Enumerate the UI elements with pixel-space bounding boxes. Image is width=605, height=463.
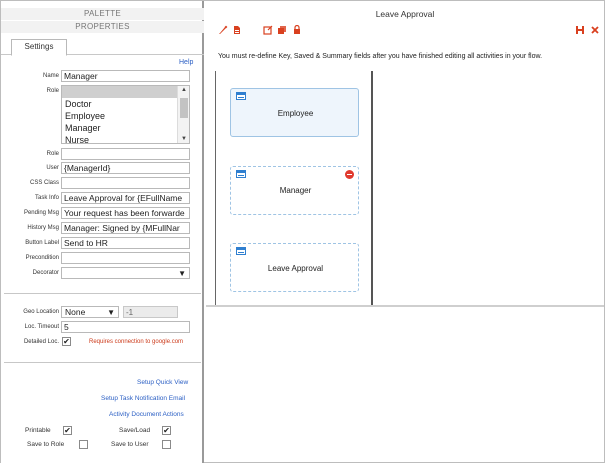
user-label: User (46, 165, 59, 171)
redefine-notice: You must re-define Key, Saved & Summary … (218, 53, 543, 60)
button-label-field[interactable]: Send to HR (61, 237, 190, 249)
setup-quick-view-link[interactable]: Setup Quick View (137, 379, 188, 386)
user-field[interactable]: {ManagerId} (61, 162, 190, 174)
geo-location-label: Geo Location (23, 309, 59, 315)
loc-timeout-label: Loc. Timeout (24, 324, 59, 330)
lock-icon[interactable] (292, 25, 302, 35)
loc-timeout-field[interactable]: 5 (61, 321, 190, 333)
flow-node-leave-approval[interactable]: Leave Approval (230, 243, 359, 292)
palette-header[interactable]: PALETTE (1, 8, 204, 20)
close-icon[interactable] (590, 25, 600, 35)
pencil-icon[interactable] (218, 25, 228, 35)
decorator-label: Decorator (32, 270, 59, 276)
save-icon[interactable] (575, 25, 585, 35)
chevron-down-icon[interactable]: ▼ (107, 307, 115, 318)
scroll-down-icon[interactable]: ▼ (181, 136, 187, 142)
scroll-up-icon[interactable]: ▲ (181, 87, 187, 93)
section-divider (4, 293, 201, 294)
section-divider (4, 362, 201, 363)
task-info-field[interactable]: Leave Approval for {EFullName (61, 192, 190, 204)
history-msg-label: History Msg (27, 225, 59, 231)
role-option[interactable]: Manager (62, 122, 189, 134)
role-listbox[interactable]: Doctor Employee Manager Nurse ▲ ▼ (61, 85, 190, 144)
document-actions-link[interactable]: Activity Document Actions (109, 411, 184, 418)
document-icon[interactable] (232, 25, 242, 35)
external-edit-icon[interactable] (263, 25, 273, 35)
name-field[interactable]: Manager (61, 70, 190, 82)
save-to-user-label: Save to User (111, 441, 149, 448)
copy-icon[interactable] (277, 25, 287, 35)
pending-msg-label: Pending Msg (23, 210, 59, 216)
role-option[interactable]: Employee (62, 110, 189, 122)
remove-icon[interactable] (345, 170, 354, 179)
saveload-label: Save/Load (119, 427, 151, 434)
canvas-lane-divider (371, 71, 373, 305)
decorator-select[interactable]: ▼ (61, 267, 190, 279)
css-class-label: CSS Class (29, 180, 59, 186)
role-option[interactable]: Nurse (62, 134, 189, 143)
role-label: Role (46, 88, 59, 94)
flow-node-employee[interactable]: Employee (230, 88, 359, 137)
task-info-label: Task Info (34, 195, 59, 201)
setup-notification-link[interactable]: Setup Task Notification Email (101, 395, 185, 402)
google-warning: Requires connection to google.com (89, 339, 184, 345)
precondition-label: Precondition (25, 255, 59, 261)
scroll-thumb[interactable] (180, 98, 188, 118)
button-label-label: Button Label (25, 240, 59, 246)
role-option[interactable]: Doctor (62, 98, 189, 110)
geo-location-select[interactable]: None ▼ (61, 306, 119, 318)
role2-field[interactable] (61, 148, 190, 160)
printable-checkbox[interactable]: ✔ (63, 426, 72, 435)
saveload-checkbox[interactable]: ✔ (162, 426, 171, 435)
tab-settings[interactable]: Settings (11, 39, 67, 56)
history-msg-field[interactable]: Manager: Signed by {MFullNar (61, 222, 190, 234)
form-icon (236, 247, 246, 255)
css-class-field[interactable] (61, 177, 190, 189)
detailed-loc-label: Detailed Loc. (23, 339, 59, 345)
save-to-role-label: Save to Role (27, 441, 65, 448)
canvas-border (215, 71, 216, 305)
geo-location-value: None (65, 307, 86, 317)
printable-label: Printable (25, 427, 51, 434)
save-to-role-checkbox[interactable] (79, 440, 88, 449)
node-label: Employee (277, 109, 314, 118)
flow-editor: Leave Approval You must re-define Key, S… (206, 1, 604, 463)
tab-bar: Settings (1, 36, 204, 56)
node-label: Manager (279, 186, 312, 195)
canvas-bottom-border (206, 305, 604, 307)
pending-msg-field[interactable]: Your request has been forwarde (61, 207, 190, 219)
name-label: Name (42, 73, 59, 79)
geo-extra-field[interactable]: -1 (123, 306, 178, 318)
properties-header[interactable]: PROPERTIES (1, 21, 204, 33)
role-option[interactable] (62, 86, 189, 98)
node-label: Leave Approval (267, 264, 324, 273)
help-link[interactable]: Help (179, 59, 193, 66)
detailed-loc-checkbox[interactable]: ✔ (62, 337, 71, 346)
save-to-user-checkbox[interactable] (162, 440, 171, 449)
role2-label: Role (46, 151, 59, 157)
form-icon (236, 92, 246, 100)
chevron-down-icon[interactable]: ▼ (178, 268, 186, 278)
properties-panel: PALETTE PROPERTIES Settings Help Name Ma… (1, 1, 204, 463)
flow-title: Leave Approval (375, 9, 435, 19)
app-window: PALETTE PROPERTIES Settings Help Name Ma… (0, 0, 605, 463)
form-icon (236, 170, 246, 178)
flow-node-manager[interactable]: Manager (230, 166, 359, 215)
role-scrollbar[interactable]: ▲ ▼ (177, 86, 189, 143)
precondition-field[interactable] (61, 252, 190, 264)
